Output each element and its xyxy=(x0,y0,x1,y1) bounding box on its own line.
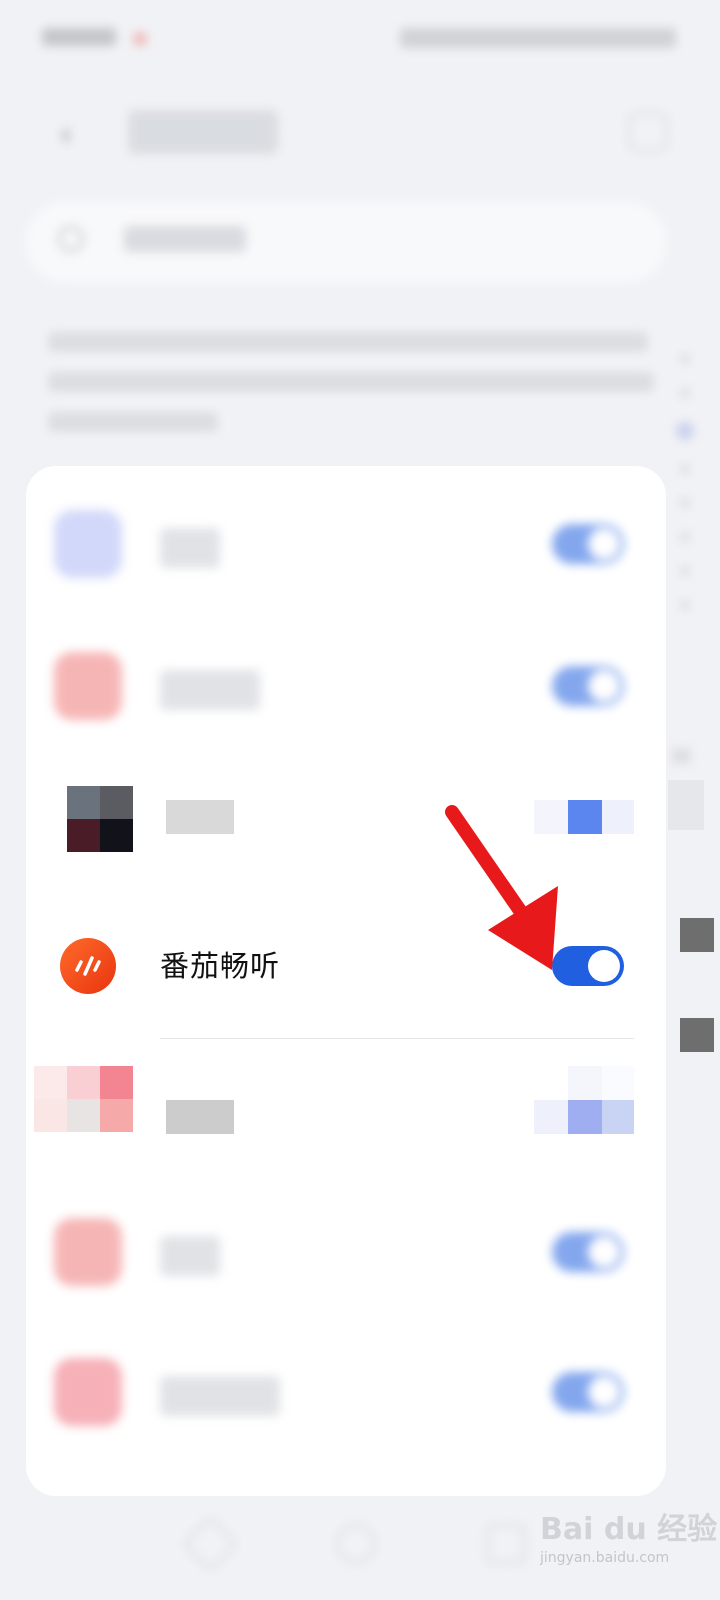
app-row-fanqie[interactable]: 番茄畅听 xyxy=(26,896,666,1039)
app-name-pixelated xyxy=(166,1100,234,1134)
app-row-pixelated[interactable] xyxy=(26,756,666,898)
status-bar xyxy=(0,0,720,78)
index-dot[interactable] xyxy=(680,600,690,610)
description-line xyxy=(48,412,218,432)
app-toggle[interactable] xyxy=(552,1372,624,1412)
recents-nav-icon[interactable] xyxy=(486,1524,526,1564)
back-arrow-icon[interactable]: ‹ xyxy=(46,114,86,155)
index-dot[interactable] xyxy=(680,388,690,398)
toggle-knob xyxy=(588,1376,620,1408)
app-row[interactable] xyxy=(26,472,666,614)
app-name xyxy=(160,1236,220,1276)
app-name xyxy=(160,670,260,710)
index-dot[interactable] xyxy=(680,532,690,542)
status-icons xyxy=(400,28,676,48)
toggle-knob xyxy=(588,1236,620,1268)
search-input[interactable] xyxy=(26,202,666,282)
toggle-knob xyxy=(588,528,620,560)
search-icon xyxy=(58,226,84,252)
app-name-pixelated xyxy=(166,800,234,834)
side-artifact xyxy=(668,780,704,830)
toggle-knob xyxy=(588,670,620,702)
fanqie-toggle[interactable] xyxy=(552,946,624,986)
more-options-icon[interactable] xyxy=(628,112,668,152)
app-icon-pixelated xyxy=(34,1066,133,1132)
fanqie-app-icon xyxy=(60,938,116,994)
watermark-url: jingyan.baidu.com xyxy=(540,1550,670,1566)
description xyxy=(48,332,658,452)
app-toggle-pixelated[interactable] xyxy=(534,800,634,834)
index-dot[interactable] xyxy=(680,464,690,474)
app-bar: ‹ xyxy=(0,92,720,172)
search-placeholder xyxy=(124,226,246,252)
sound-wave-icon xyxy=(75,956,101,976)
description-line xyxy=(48,332,648,352)
home-nav-icon[interactable] xyxy=(336,1524,376,1564)
app-toggle[interactable] xyxy=(552,524,624,564)
app-name: 番茄畅听 xyxy=(160,949,281,983)
side-artifact xyxy=(680,1018,714,1052)
app-row-pixelated[interactable] xyxy=(26,1036,666,1178)
side-artifact xyxy=(680,918,714,952)
status-time xyxy=(42,28,168,50)
app-icon xyxy=(54,1218,122,1286)
app-icon-pixelated xyxy=(34,786,133,852)
app-row[interactable] xyxy=(26,1180,666,1322)
index-letter[interactable]: M xyxy=(672,746,691,771)
app-name xyxy=(160,1376,280,1416)
app-icon xyxy=(54,652,122,720)
app-name xyxy=(160,528,220,568)
app-toggle[interactable] xyxy=(552,1232,624,1272)
app-icon xyxy=(54,1358,122,1426)
alphabet-index-bar[interactable] xyxy=(670,330,700,810)
app-toggle[interactable] xyxy=(552,666,624,706)
page-title xyxy=(128,110,278,154)
app-toggle-pixelated[interactable] xyxy=(534,1066,634,1134)
app-list-card: 番茄畅听 xyxy=(26,466,666,1496)
toggle-knob xyxy=(588,950,620,982)
description-line xyxy=(48,372,654,392)
index-dot[interactable] xyxy=(680,498,690,508)
watermark-logo: Bai du 经验 xyxy=(540,1512,718,1547)
index-dot-active[interactable] xyxy=(676,422,694,440)
notification-dot xyxy=(133,32,148,46)
app-icon xyxy=(54,510,122,578)
back-nav-icon[interactable] xyxy=(181,1515,239,1573)
index-dot[interactable] xyxy=(680,354,690,364)
baidu-jingyan-watermark: Bai du 经验 jingyan.baidu.com xyxy=(540,1504,717,1566)
clock xyxy=(42,28,116,46)
index-dot[interactable] xyxy=(680,566,690,576)
app-row[interactable] xyxy=(26,1320,666,1462)
app-row[interactable] xyxy=(26,614,666,756)
